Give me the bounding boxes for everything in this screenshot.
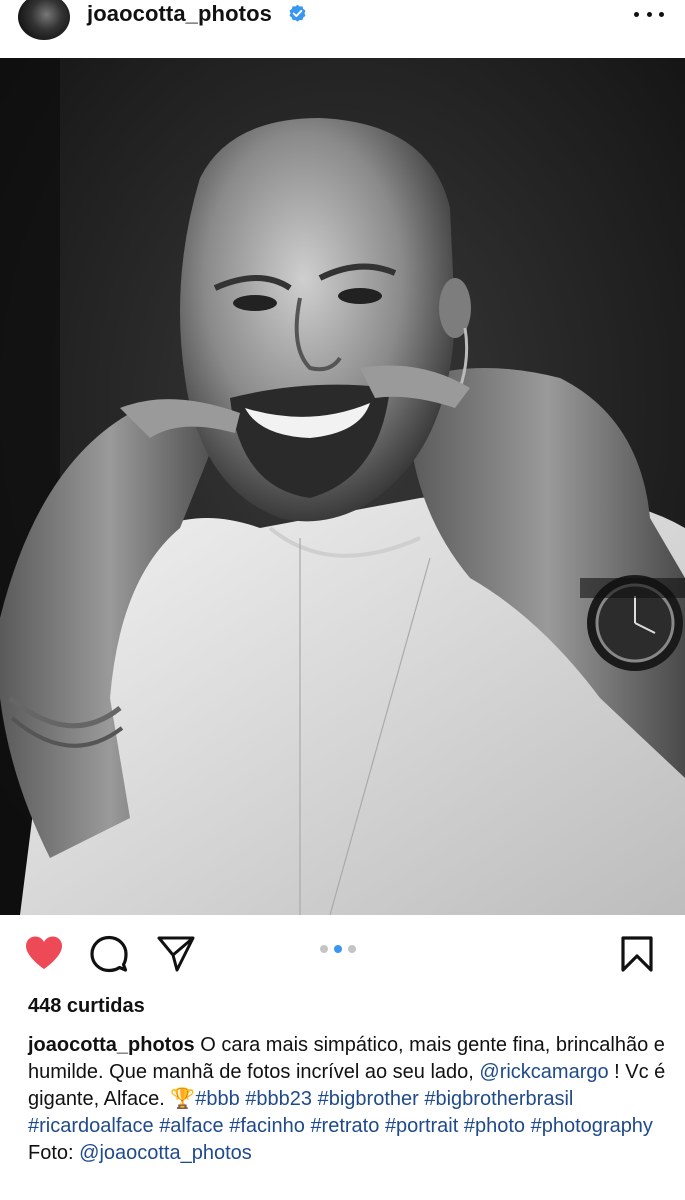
carousel-dot-active: [334, 945, 342, 953]
hashtag-link[interactable]: #bigbrother: [318, 1088, 419, 1110]
hashtag-link[interactable]: #bbb: [195, 1088, 240, 1110]
verified-badge-icon: [289, 4, 306, 22]
heart-filled-icon[interactable]: [24, 935, 64, 971]
hashtag-link[interactable]: #alface: [159, 1115, 224, 1137]
bookmark-icon[interactable]: [620, 935, 654, 973]
post-actions-bar: [0, 915, 685, 995]
post-caption: joaocotta_photos O cara mais simpático, …: [28, 1032, 668, 1167]
avatar[interactable]: [18, 0, 70, 40]
paper-plane-icon[interactable]: [156, 935, 196, 973]
hashtag-link[interactable]: #portrait: [385, 1115, 458, 1137]
hashtag-link[interactable]: #photography: [531, 1115, 653, 1137]
more-options-icon[interactable]: [634, 4, 664, 24]
photo-credit-label: Foto:: [28, 1142, 80, 1164]
carousel-indicator: [320, 945, 356, 953]
trophy-emoji: 🏆: [170, 1088, 196, 1110]
likes-count[interactable]: 448 curtidas: [28, 995, 145, 1018]
carousel-dot: [320, 945, 328, 953]
carousel-dot: [348, 945, 356, 953]
mention-link[interactable]: @rickcamargo: [479, 1061, 608, 1083]
post-photo[interactable]: [0, 58, 685, 915]
hashtag-link[interactable]: #photo: [464, 1115, 525, 1137]
hashtag-link[interactable]: #retrato: [310, 1115, 379, 1137]
hashtag-link[interactable]: #bigbrotherbrasil: [424, 1088, 573, 1110]
portrait-photo: [0, 58, 685, 915]
mention-link[interactable]: @joaocotta_photos: [79, 1142, 252, 1164]
hashtag-link[interactable]: #ricardoalface: [28, 1115, 154, 1137]
hashtag-link[interactable]: #bbb23: [245, 1088, 312, 1110]
caption-author[interactable]: joaocotta_photos: [28, 1034, 195, 1056]
hashtag-link[interactable]: #facinho: [229, 1115, 305, 1137]
comment-icon[interactable]: [90, 935, 128, 973]
post-username[interactable]: joaocotta_photos: [87, 1, 272, 27]
post-header: joaocotta_photos: [0, 0, 685, 58]
